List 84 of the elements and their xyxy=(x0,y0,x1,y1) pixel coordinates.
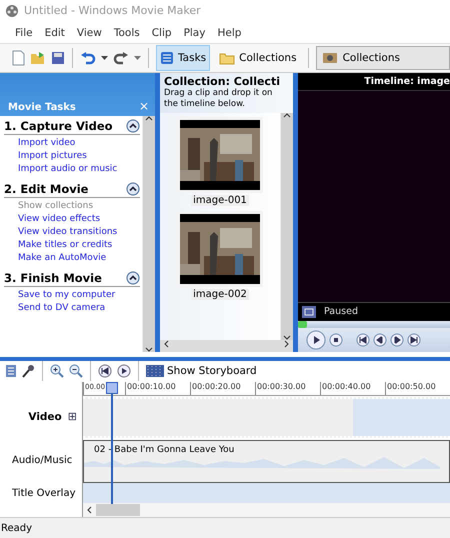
expand-button[interactable]: ⊞ xyxy=(68,410,77,424)
collections-button[interactable]: Collections xyxy=(215,45,301,72)
task-link[interactable]: Send to DV camera xyxy=(18,302,140,315)
timeline-icon[interactable] xyxy=(5,364,17,378)
folder-icon xyxy=(219,52,236,65)
chevron-left-icon[interactable] xyxy=(164,340,169,348)
menu-item[interactable]: Clip xyxy=(146,26,178,38)
task-link[interactable]: View video transitions xyxy=(18,226,140,239)
clip-name[interactable]: image-002 xyxy=(191,288,249,300)
task-link[interactable]: Make titles or credits xyxy=(18,238,140,252)
scrollbar[interactable] xyxy=(280,112,293,340)
list-icon xyxy=(160,51,174,66)
track-label: Audio/Music xyxy=(12,455,72,466)
task-link[interactable]: Import video xyxy=(18,136,140,150)
task-link[interactable]: Import pictures xyxy=(18,150,140,163)
playback-status: Paused xyxy=(324,306,358,318)
menu-item[interactable]: Play xyxy=(178,26,212,38)
next-button[interactable] xyxy=(407,332,421,347)
stop-button[interactable] xyxy=(329,332,343,347)
play-timeline-button[interactable] xyxy=(117,364,131,378)
chevron-down-icon[interactable] xyxy=(145,346,153,352)
section-title: 3. Finish Movie xyxy=(4,270,102,285)
timeline-scrollbar[interactable] xyxy=(83,503,450,518)
fullscreen-icon[interactable] xyxy=(302,306,316,318)
ruler-label: 00:00:40.00 xyxy=(320,382,385,396)
section-title: 1. Capture Video xyxy=(4,118,113,133)
open-folder-icon[interactable] xyxy=(30,51,46,66)
tasks-button[interactable]: Tasks xyxy=(156,45,210,72)
horizontal-scrollbar[interactable] xyxy=(160,340,293,352)
task-link[interactable]: Make an AutoMovie xyxy=(18,252,140,265)
chevron-right-icon[interactable] xyxy=(284,340,289,348)
new-file-icon[interactable] xyxy=(12,50,25,66)
task-link[interactable]: Save to my computer xyxy=(18,288,140,302)
chevron-up-icon[interactable] xyxy=(145,116,153,121)
video-track[interactable] xyxy=(83,397,450,438)
collections-dropdown[interactable]: Collections xyxy=(316,46,450,70)
filmstrip-icon xyxy=(146,365,164,378)
scrollbar[interactable] xyxy=(142,116,155,352)
ruler-label: 00:00:30.00 xyxy=(255,382,320,396)
title-overlay-track[interactable] xyxy=(83,483,450,504)
rewind-timeline-button[interactable] xyxy=(98,364,112,378)
collection-hint: Drag a clip and drop it on the timeline below. xyxy=(164,88,274,110)
menu-item[interactable]: Help xyxy=(211,26,248,38)
pane-title: Movie Tasks xyxy=(8,102,76,113)
ruler-label: 00:00:50.00 xyxy=(385,382,450,396)
track-label: Video xyxy=(28,410,62,423)
zoom-out-icon[interactable] xyxy=(69,364,83,378)
ruler-label: 00:00:20.00 xyxy=(190,382,255,396)
rewind-button[interactable] xyxy=(373,332,387,347)
menu-item[interactable]: File xyxy=(9,26,39,38)
chevron-up-icon[interactable] xyxy=(283,112,291,118)
forward-button[interactable] xyxy=(390,332,404,347)
collapse-icon[interactable] xyxy=(126,270,140,285)
previous-button[interactable] xyxy=(356,332,370,347)
section-title: 2. Edit Movie xyxy=(4,182,88,196)
menu-item[interactable]: Edit xyxy=(38,26,71,38)
playhead-handle[interactable] xyxy=(106,382,118,394)
caret-icon[interactable] xyxy=(134,56,141,60)
play-button[interactable] xyxy=(306,330,326,350)
show-storyboard-button[interactable]: Show Storyboard xyxy=(146,365,257,378)
task-link[interactable]: Import audio or music xyxy=(18,162,140,176)
save-icon[interactable] xyxy=(51,51,65,66)
audio-clip-title: 02 - Babe I'm Gonna Leave You xyxy=(94,445,236,456)
collapse-icon[interactable] xyxy=(126,118,140,133)
redo-icon[interactable] xyxy=(113,51,129,66)
track-label: Title Overlay xyxy=(12,488,76,499)
ruler-label: 00:00:10.00 xyxy=(125,382,190,396)
task-link[interactable]: View video effects xyxy=(18,212,140,226)
status-text: Ready xyxy=(0,517,450,538)
microphone-icon[interactable] xyxy=(22,364,35,378)
seek-bar[interactable] xyxy=(298,320,450,328)
zoom-in-icon[interactable] xyxy=(50,364,64,378)
chevron-down-icon[interactable] xyxy=(283,334,291,340)
collapse-icon[interactable] xyxy=(126,182,140,196)
chevron-left-icon[interactable] xyxy=(87,506,92,514)
audio-clip[interactable]: 02 - Babe I'm Gonna Leave You xyxy=(83,440,450,484)
menu-item[interactable]: Tools xyxy=(108,26,146,38)
collection-title: Collection: Collecti xyxy=(164,74,281,88)
window-title: Untitled - Windows Movie Maker xyxy=(24,4,201,18)
caret-icon[interactable] xyxy=(101,56,108,60)
scrollbar-thumb[interactable] xyxy=(96,504,140,516)
undo-icon[interactable] xyxy=(80,51,96,66)
menu-item[interactable]: View xyxy=(70,26,108,38)
clip-name[interactable]: image-001 xyxy=(191,194,249,206)
